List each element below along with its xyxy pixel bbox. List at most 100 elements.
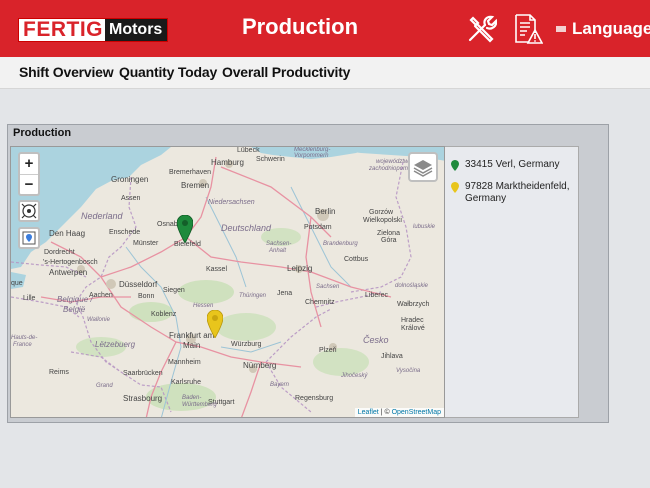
leaflet-link[interactable]: Leaflet [358, 409, 379, 416]
map-attribution: Leaflet | © OpenStreetMap [354, 408, 444, 417]
marker-marktheidenfeld[interactable] [207, 310, 223, 338]
map-label: województwo [376, 159, 412, 165]
map-label: Reims [49, 369, 69, 376]
map-label: Grand [96, 383, 113, 389]
company-logo[interactable]: FERTIG Motors [18, 18, 168, 42]
map-label: Anhalt [269, 248, 287, 254]
map-label: Česko [363, 335, 389, 345]
map-label: Niedersachsen [208, 199, 255, 206]
map-label: Den Haag [49, 229, 86, 238]
map-label: Jena [277, 290, 293, 297]
map-label: Enschede [109, 229, 141, 236]
map-label: Lëtzebuerg [95, 340, 136, 349]
map-label: Bonn [138, 293, 155, 300]
map-pin-icon [22, 231, 36, 245]
map-tiles [11, 147, 444, 417]
map-label: Groningen [111, 175, 149, 184]
map-label: Plzeň [319, 347, 337, 354]
map-label: 's-Hertogenbosch [43, 259, 98, 266]
map-label: Sachsen- [266, 241, 292, 247]
location-map[interactable]: Lübeck Hamburg Schwerin Mecklenburg- Vor… [10, 146, 445, 418]
nav-overall-productivity[interactable]: Overall Productivity [222, 64, 350, 80]
map-label: Würzburg [231, 341, 262, 348]
fullscreen-icon [21, 203, 37, 219]
map-label: Leipzig [287, 264, 313, 273]
map-label: Düsseldorf [119, 280, 158, 289]
map-label: Hauts-de- [11, 335, 38, 341]
green-pin-icon [451, 160, 459, 171]
locate-button[interactable] [18, 227, 40, 249]
map-label: Saarbrücken [123, 370, 163, 377]
map-label: Chemnitz [305, 299, 335, 306]
app-header: FERTIG Motors Production Language [0, 0, 650, 57]
map-label: Dordrecht [44, 249, 75, 256]
map-label: Schwerin [256, 156, 285, 163]
yellow-pin-icon [451, 182, 459, 193]
map-label: Siegen [163, 287, 185, 294]
map-label: Deutschland [221, 223, 272, 233]
map-label: Thüringen [239, 293, 267, 299]
map-label: Regensburg [295, 395, 334, 402]
language-label: Language [572, 19, 650, 38]
language-selector[interactable]: Language [556, 19, 650, 39]
marker-verl[interactable] [177, 215, 193, 243]
osm-link[interactable]: OpenStreetMap [392, 409, 441, 416]
map-label: Cottbus [344, 256, 369, 263]
layers-button[interactable] [408, 152, 438, 182]
map-label: Berlin [315, 207, 336, 216]
map-label: lubuskie [413, 224, 436, 230]
map-label: Kassel [206, 266, 228, 273]
map-label: Góra [381, 237, 397, 244]
main-nav: Shift Overview Quantity Today Overall Pr… [0, 57, 650, 89]
attribution-separator: | © [378, 409, 392, 416]
map-label: Hradec [401, 317, 424, 324]
map-label: Nürnberg [243, 361, 277, 370]
legend-item-marktheidenfeld[interactable]: 97828 Marktheidenfeld, Germany [451, 181, 577, 205]
map-label: Strasbourg [123, 394, 163, 403]
map-label: Jihočeský [341, 373, 368, 379]
map-label: Hessen [193, 303, 214, 309]
legend-label: 97828 Marktheidenfeld, Germany [465, 181, 570, 204]
map-label: dolnośląskie [395, 283, 429, 289]
logo-text-sub: Motors [105, 19, 167, 41]
map-label: France [13, 342, 32, 348]
map-label: Vorpommern [294, 153, 329, 159]
nav-shift-overview[interactable]: Shift Overview [19, 64, 114, 80]
map-label: Sachsen [316, 284, 340, 290]
layers-icon [413, 160, 433, 177]
map-label: Bremerhaven [169, 169, 212, 176]
map-label: Münster [133, 240, 159, 247]
map-label: Württemberg [182, 402, 217, 408]
map-label: Wielkopolski [363, 217, 402, 224]
map-label: Brandenburg [323, 241, 358, 247]
map-label: Lille [23, 295, 36, 302]
legend-item-verl[interactable]: 33415 Verl, Germany [451, 159, 560, 171]
map-label: Wallonie [87, 317, 110, 323]
map-label: Gorzów [369, 209, 394, 216]
map-label: Liberec [365, 292, 388, 299]
map-label: Bremen [181, 181, 210, 190]
map-label: Main [183, 341, 201, 350]
map-label: Baden- [182, 395, 202, 401]
map-label: Jihlava [381, 353, 403, 360]
page-title: Production [241, 14, 359, 39]
map-label: Králové [401, 325, 425, 332]
map-label: Karlsruhe [171, 379, 201, 386]
map-label: Belgique / [57, 295, 93, 304]
zoom-out-button[interactable]: − [20, 174, 38, 194]
fullscreen-button[interactable] [18, 200, 40, 222]
nav-quantity-today[interactable]: Quantity Today [119, 64, 217, 80]
location-legend: 33415 Verl, Germany 97828 Marktheidenfel… [445, 146, 579, 418]
map-label: Wałbrzych [397, 301, 430, 308]
tools-icon[interactable] [465, 13, 498, 45]
map-label: Mannheim [168, 359, 201, 366]
legend-label: 33415 Verl, Germany [465, 159, 560, 170]
map-label: Hamburg [211, 158, 244, 167]
report-warning-icon[interactable] [513, 13, 544, 45]
map-label: Lübeck [237, 147, 260, 154]
zoom-in-button[interactable]: + [20, 154, 38, 174]
map-label: Nederland [81, 211, 123, 221]
map-label: que [11, 280, 23, 287]
zoom-control: + − [18, 152, 40, 196]
map-label: Zielona [377, 230, 400, 237]
